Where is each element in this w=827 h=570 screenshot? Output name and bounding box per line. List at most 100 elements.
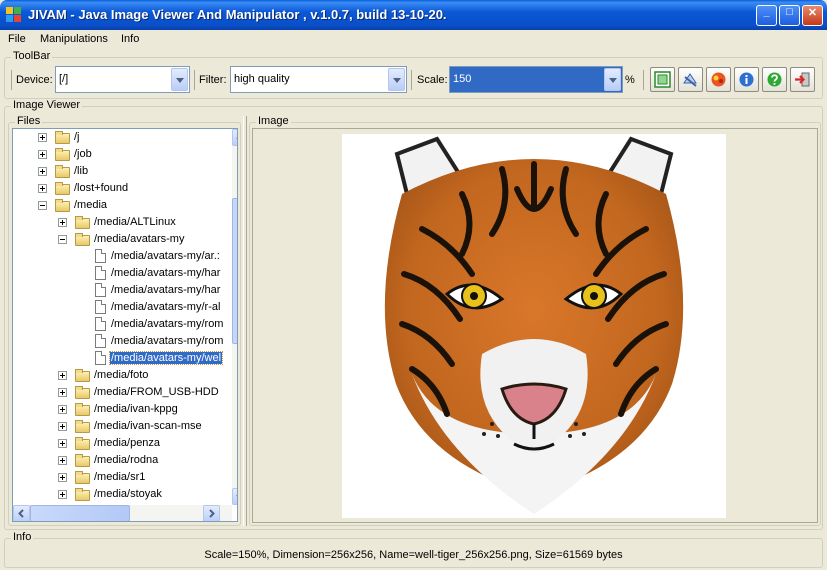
chevron-down-icon[interactable] xyxy=(388,68,405,91)
image-canvas[interactable] xyxy=(252,128,818,523)
tree-folder-row[interactable]: /media/avatars-my xyxy=(13,231,232,248)
tree-item-label[interactable]: /media/foto xyxy=(93,369,149,381)
tree-folder-row[interactable]: /lib xyxy=(13,163,232,180)
menu-info[interactable]: Info xyxy=(121,33,139,45)
expand-icon[interactable] xyxy=(38,133,47,142)
expand-icon[interactable] xyxy=(38,184,47,193)
info-button[interactable] xyxy=(734,67,759,92)
tree-folder-row[interactable]: /j xyxy=(13,129,232,146)
tree-horizontal-scrollbar[interactable] xyxy=(13,505,232,521)
tree-item-label[interactable]: /media xyxy=(73,199,108,211)
minimize-icon: _ xyxy=(763,6,770,18)
tree-item-label[interactable]: /media/stoyak xyxy=(93,488,163,500)
tree-item-label[interactable]: /media/avatars-my/har xyxy=(110,267,221,279)
exit-button[interactable] xyxy=(790,67,815,92)
tree-folder-row[interactable]: /media/foto xyxy=(13,367,232,384)
scroll-left-button[interactable] xyxy=(13,505,30,521)
tree-file-row[interactable]: /media/avatars-my/har xyxy=(13,282,232,299)
scroll-right-button[interactable] xyxy=(203,505,220,521)
tree-folder-row[interactable]: /media/FROM_USB-HDD xyxy=(13,384,232,401)
tree-folder-row[interactable]: /media/ALTLinux xyxy=(13,214,232,231)
tree-file-row[interactable]: /media/avatars-my/rom xyxy=(13,333,232,350)
panel-splitter[interactable] xyxy=(243,116,247,526)
tree-item-label[interactable]: /media/rodna xyxy=(93,454,159,466)
tree-folder-row[interactable]: /media/ivan-kppg xyxy=(13,401,232,418)
folder-icon xyxy=(55,199,70,212)
expand-icon[interactable] xyxy=(58,371,67,380)
expand-icon[interactable] xyxy=(58,405,67,414)
menu-manipulations[interactable]: Manipulations xyxy=(40,33,108,45)
fit-screen-button[interactable] xyxy=(650,67,675,92)
tree-folder-row[interactable]: /lost+found xyxy=(13,180,232,197)
rotate-button[interactable] xyxy=(678,67,703,92)
title-bar[interactable]: JIVAM - Java Image Viewer And Manipulato… xyxy=(0,0,827,30)
tree-file-row[interactable]: /media/avatars-my/r-al xyxy=(13,299,232,316)
chevron-left-icon xyxy=(18,509,24,518)
expand-icon[interactable] xyxy=(58,473,67,482)
expand-icon[interactable] xyxy=(38,167,47,176)
tree-folder-row[interactable]: /media/stoyak xyxy=(13,486,232,503)
scroll-thumb[interactable] xyxy=(232,198,237,344)
tree-item-label[interactable]: /lib xyxy=(73,165,89,177)
tree-file-row[interactable]: /media/avatars-my/rom xyxy=(13,316,232,333)
tree-item-label[interactable]: /media/sr1 xyxy=(93,471,146,483)
tree-item-label[interactable]: /lost+found xyxy=(73,182,129,194)
device-combobox[interactable]: [/] xyxy=(55,66,190,93)
tree-item-label[interactable]: /media/ALTLinux xyxy=(93,216,177,228)
rotate-icon xyxy=(683,73,697,87)
tree-folder-row[interactable]: /job xyxy=(13,146,232,163)
tree-folder-row[interactable]: /media xyxy=(13,197,232,214)
fit-screen-icon xyxy=(654,71,671,88)
tree-item-label[interactable]: /media/avatars-my/r-al xyxy=(110,301,221,313)
tree-folder-row[interactable]: /media/rodna xyxy=(13,452,232,469)
tree-item-label[interactable]: /media/FROM_USB-HDD xyxy=(93,386,220,398)
tree-item-label[interactable]: /media/avatars-my/rom xyxy=(110,318,224,330)
expand-icon[interactable] xyxy=(58,422,67,431)
hscroll-thumb[interactable] xyxy=(30,505,130,521)
menu-file[interactable]: File xyxy=(8,33,26,45)
collapse-icon[interactable] xyxy=(38,201,47,210)
collapse-icon[interactable] xyxy=(58,235,67,244)
tree-item-label[interactable]: /job xyxy=(73,148,93,160)
minimize-button[interactable]: _ xyxy=(756,5,777,26)
tree-item-label[interactable]: /media/ivan-kppg xyxy=(93,403,179,415)
tree-vertical-scrollbar[interactable] xyxy=(232,129,237,505)
expand-icon[interactable] xyxy=(38,150,47,159)
device-label: Device: xyxy=(16,74,53,86)
tree-item-label[interactable]: /j xyxy=(73,131,81,143)
tree-item-label[interactable]: /media/avatars-my/ar.: xyxy=(110,250,221,262)
expand-icon[interactable] xyxy=(58,388,67,397)
help-button[interactable] xyxy=(762,67,787,92)
maximize-button[interactable]: □ xyxy=(779,5,800,26)
scroll-up-button[interactable] xyxy=(232,129,237,146)
tree-item-label[interactable]: /media/avatars-my/wel xyxy=(108,351,224,365)
scale-combobox[interactable]: 150 xyxy=(449,66,623,93)
window-title: JIVAM - Java Image Viewer And Manipulato… xyxy=(28,7,447,22)
expand-icon[interactable] xyxy=(58,490,67,499)
tree-item-label[interactable]: /media/avatars-my/rom xyxy=(110,335,224,347)
tree-item-label[interactable]: /media/avatars-my xyxy=(93,233,185,245)
scroll-down-button[interactable] xyxy=(232,488,237,505)
expand-icon[interactable] xyxy=(58,218,67,227)
folder-icon xyxy=(75,437,90,450)
tree-folder-row[interactable]: /media/ivan-scan-mse xyxy=(13,418,232,435)
expand-icon[interactable] xyxy=(58,456,67,465)
tree-file-row[interactable]: /media/avatars-my/har xyxy=(13,265,232,282)
chevron-down-icon[interactable] xyxy=(171,68,188,91)
expand-icon[interactable] xyxy=(58,439,67,448)
chevron-down-icon[interactable] xyxy=(604,68,621,91)
file-icon xyxy=(95,300,106,314)
file-tree[interactable]: /j/job/lib/lost+found/media/media/ALTLin… xyxy=(12,128,238,522)
palette-button[interactable] xyxy=(706,67,731,92)
tree-file-row[interactable]: /media/avatars-my/ar.: xyxy=(13,248,232,265)
close-button[interactable]: ✕ xyxy=(802,5,823,26)
tree-item-label[interactable]: /media/penza xyxy=(93,437,161,449)
tree-folder-row[interactable]: /media/penza xyxy=(13,435,232,452)
tree-folder-row[interactable]: /media/sr1 xyxy=(13,469,232,486)
filter-combobox[interactable]: high quality xyxy=(230,66,407,93)
tree-item-label[interactable]: /media/ivan-scan-mse xyxy=(93,420,203,432)
scale-unit: % xyxy=(625,74,635,86)
tree-item-label[interactable]: /media/avatars-my/har xyxy=(110,284,221,296)
scale-value[interactable]: 150 xyxy=(453,73,471,85)
tree-file-row[interactable]: /media/avatars-my/wel xyxy=(13,350,232,367)
